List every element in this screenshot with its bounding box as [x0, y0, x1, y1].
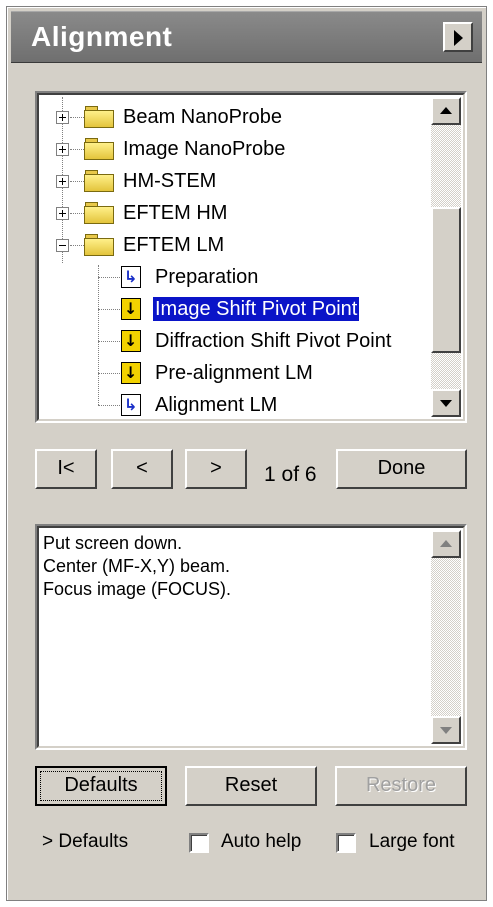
folder-open-icon: [84, 234, 114, 256]
tree-item-image-shift-pivot-point[interactable]: Image Shift Pivot Point: [153, 297, 360, 321]
expand-icon[interactable]: [56, 175, 69, 188]
step-icon: ↳: [121, 394, 141, 416]
arrow-up-icon: [440, 107, 452, 114]
next-step-button[interactable]: >: [185, 449, 247, 489]
triangle-right-icon: [454, 30, 463, 46]
panel-menu-button[interactable]: [443, 22, 473, 52]
expand-icon[interactable]: [56, 207, 69, 220]
tree-item-alignment-lm[interactable]: Alignment LM: [155, 393, 277, 417]
arrow-down-icon: [440, 400, 452, 407]
done-button[interactable]: Done: [336, 449, 467, 489]
auto-help-label[interactable]: Auto help: [221, 831, 301, 853]
folder-icon: [84, 106, 114, 128]
collapse-icon[interactable]: [56, 239, 69, 252]
alignment-panel: Alignment Beam NanoProbe Image NanoProbe: [6, 6, 487, 901]
tree-item-pre-alignment-lm[interactable]: Pre-alignment LM: [155, 361, 313, 385]
tree-item-diffraction-shift-pivot-point[interactable]: Diffraction Shift Pivot Point: [155, 329, 391, 353]
tree-scrollbar[interactable]: [431, 97, 461, 417]
tree-item-beam-nanoprobe[interactable]: Beam NanoProbe: [123, 105, 282, 129]
step-counter: 1 of 6: [264, 463, 317, 486]
arrow-up-icon: [440, 540, 452, 547]
help-scrollbar[interactable]: [431, 530, 461, 744]
help-line: Put screen down.: [43, 533, 183, 553]
tree-item-preparation[interactable]: Preparation: [155, 265, 258, 289]
expand-icon[interactable]: [56, 111, 69, 124]
alignment-step-icon: ↓: [121, 362, 141, 384]
defaults-link[interactable]: > Defaults: [42, 831, 128, 853]
tree-item-hm-stem[interactable]: HM-STEM: [123, 169, 216, 193]
first-step-button[interactable]: I<: [35, 449, 97, 489]
window-title: Alignment: [31, 21, 173, 52]
tree-item-eftem-lm[interactable]: EFTEM LM: [123, 233, 224, 257]
defaults-button[interactable]: Defaults: [35, 766, 167, 806]
scroll-down-button[interactable]: [431, 716, 461, 744]
tree-item-eftem-hm[interactable]: EFTEM HM: [123, 201, 227, 225]
help-text: Put screen down. Center (MF-X,Y) beam. F…: [43, 532, 423, 601]
large-font-label[interactable]: Large font: [369, 831, 455, 853]
help-line: Focus image (FOCUS).: [43, 579, 232, 599]
folder-icon: [84, 202, 114, 224]
arrow-down-icon: [440, 727, 452, 734]
restore-button[interactable]: Restore: [335, 766, 467, 806]
tree-item-image-nanoprobe[interactable]: Image NanoProbe: [123, 137, 285, 161]
tree-content: Beam NanoProbe Image NanoProbe HM-STEM E…: [41, 97, 431, 417]
scroll-up-button[interactable]: [431, 530, 461, 558]
scroll-down-button[interactable]: [431, 389, 461, 417]
title-bar: Alignment: [11, 11, 482, 63]
reset-button[interactable]: Reset: [185, 766, 317, 806]
scroll-up-button[interactable]: [431, 97, 461, 125]
folder-icon: [84, 138, 114, 160]
step-icon: ↳: [121, 266, 141, 288]
large-font-checkbox[interactable]: [336, 833, 356, 853]
alignment-tree[interactable]: Beam NanoProbe Image NanoProbe HM-STEM E…: [35, 91, 467, 423]
help-line: Center (MF-X,Y) beam.: [43, 556, 231, 576]
auto-help-checkbox[interactable]: [189, 833, 209, 853]
scroll-thumb[interactable]: [431, 207, 461, 353]
expand-icon[interactable]: [56, 143, 69, 156]
folder-icon: [84, 170, 114, 192]
help-text-box[interactable]: Put screen down. Center (MF-X,Y) beam. F…: [35, 524, 467, 750]
previous-step-button[interactable]: <: [111, 449, 173, 489]
alignment-step-icon: ↓: [121, 298, 141, 320]
alignment-step-icon: ↓: [121, 330, 141, 352]
